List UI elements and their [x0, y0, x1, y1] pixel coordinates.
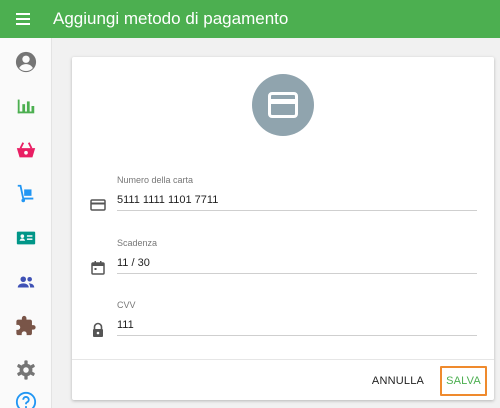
payment-method-card: Numero della carta Scadenza CVV ANNULLA …	[72, 57, 494, 400]
basket-icon[interactable]	[14, 138, 38, 162]
navigation-rail	[0, 38, 52, 408]
cvv-label: CVV	[117, 300, 136, 310]
menu-icon[interactable]	[15, 11, 35, 27]
app-bar: Aggiungi metodo di pagamento	[0, 0, 500, 38]
bar-chart-icon[interactable]	[14, 94, 38, 118]
card-number-input[interactable]	[117, 189, 477, 211]
puzzle-icon[interactable]	[14, 314, 38, 338]
cvv-field: CVV	[90, 300, 482, 344]
save-button[interactable]: SALVA	[440, 366, 487, 396]
lock-icon	[90, 322, 106, 338]
card-number-label: Numero della carta	[117, 175, 194, 185]
cvv-input[interactable]	[117, 314, 477, 336]
settings-icon[interactable]	[14, 358, 38, 382]
card-avatar	[252, 74, 314, 136]
help-icon[interactable]	[14, 390, 38, 408]
actions-divider	[72, 359, 494, 360]
id-card-icon[interactable]	[14, 226, 38, 250]
calendar-icon	[90, 260, 106, 276]
people-icon[interactable]	[14, 270, 38, 294]
card-number-field: Numero della carta	[90, 175, 482, 219]
credit-card-icon	[90, 197, 106, 213]
hand-truck-icon[interactable]	[14, 182, 38, 206]
account-circle-icon[interactable]	[14, 50, 38, 74]
credit-card-icon	[268, 92, 298, 118]
cancel-button[interactable]: ANNULLA	[365, 366, 431, 396]
page-title: Aggiungi metodo di pagamento	[53, 9, 289, 28]
expiry-label: Scadenza	[117, 238, 158, 248]
expiry-input[interactable]	[117, 252, 477, 274]
expiry-field: Scadenza	[90, 238, 482, 282]
